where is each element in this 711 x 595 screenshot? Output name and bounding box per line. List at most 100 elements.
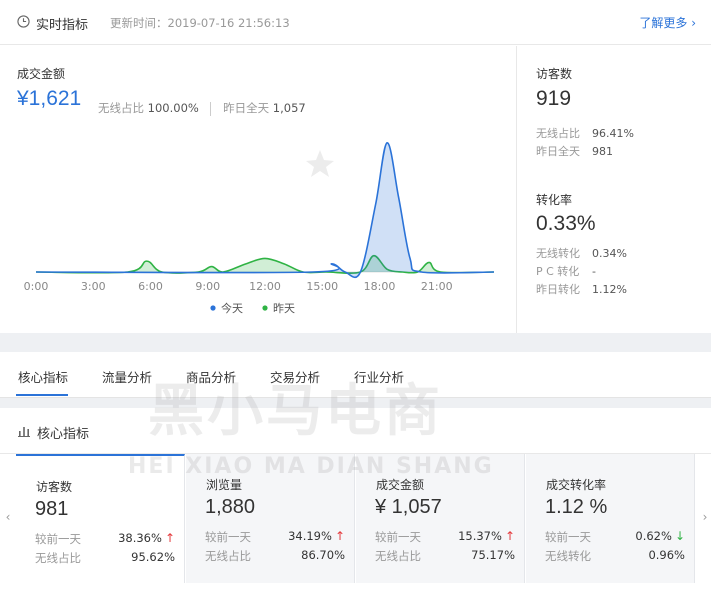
x-tick-label: 21:00 bbox=[421, 280, 453, 293]
card-wireless: 无线占比 75.17% bbox=[375, 548, 515, 564]
conversion-yesterday: 昨日转化 1.12% bbox=[536, 281, 706, 297]
tab-transaction-analysis[interactable]: 交易分析 bbox=[270, 367, 320, 386]
arrow-down-icon: ↓ bbox=[674, 529, 685, 543]
wireless-label: 无线占比 bbox=[375, 549, 421, 563]
conversion-wireless-label: 无线转化 bbox=[536, 247, 580, 260]
card-label: 成交金额 bbox=[376, 478, 425, 492]
realtime-header: 实时指标 更新时间：2019-07-16 21:56:13 了解更多 › bbox=[0, 0, 711, 45]
metric-card-gmv[interactable]: 成交金额 ¥ 1,057 较前一天 15.37% ↑ 无线占比 75.17% bbox=[356, 454, 525, 583]
card-compare: 较前一天 0.62% ↓ bbox=[545, 529, 685, 545]
compare-value: 34.19% ↑ bbox=[288, 529, 345, 543]
compare-percent: 15.37% bbox=[458, 529, 502, 543]
card-compare: 较前一天 34.19% ↑ bbox=[205, 529, 345, 545]
visitors-label: 访客数 bbox=[536, 67, 573, 81]
visitors-value: 919 bbox=[536, 87, 572, 110]
realtime-chart: 0:00 3:00 6:00 9:00 12:00 15:00 18:00 21:00 今天 昨天 bbox=[24, 141, 495, 315]
gmv-value: ¥1,621 bbox=[17, 87, 82, 110]
wireless-label: 无线转化 bbox=[545, 549, 591, 563]
gmv-yesterday-value: 1,057 bbox=[272, 101, 306, 115]
visitors-wireless-value: 96.41% bbox=[592, 127, 634, 140]
gmv-label: 成交金额 bbox=[17, 67, 66, 81]
arrow-up-icon: ↑ bbox=[504, 529, 515, 543]
core-header: 核心指标 bbox=[0, 408, 711, 454]
learn-more-link[interactable]: 了解更多 › bbox=[639, 14, 696, 31]
wireless-label: 无线占比 bbox=[205, 549, 251, 563]
realtime-side-stats: 访客数 919 无线占比 96.41% 昨日全天 981 转化率 0.33% 无线转… bbox=[516, 46, 711, 333]
metric-card-conversion[interactable]: 成交转化率 1.12 % 较前一天 0.62% ↓ 无线转化 0.96% bbox=[526, 454, 695, 583]
realtime-title: 实时指标 bbox=[36, 18, 89, 33]
wireless-value: 95.62% bbox=[131, 550, 175, 564]
legend-label[interactable]: 今天 bbox=[221, 301, 243, 315]
visitors-yesterday-label: 昨日全天 bbox=[536, 145, 580, 158]
card-wireless: 无线占比 86.70% bbox=[205, 548, 345, 564]
arrow-up-icon: ↑ bbox=[334, 529, 345, 543]
compare-label: 较前一天 bbox=[205, 530, 251, 544]
compare-value: 0.62% ↓ bbox=[635, 529, 685, 543]
x-tick-label: 3:00 bbox=[81, 280, 106, 293]
tab-industry-analysis[interactable]: 行业分析 bbox=[354, 367, 404, 386]
tab-product-analysis[interactable]: 商品分析 bbox=[186, 367, 236, 386]
analysis-tabs: 核心指标 流量分析 商品分析 交易分析 行业分析 bbox=[0, 352, 711, 398]
compare-percent: 38.36% bbox=[118, 531, 162, 545]
wireless-value: 86.70% bbox=[301, 548, 345, 562]
gmv-section: 成交金额 ¥1,621 无线占比 100.00% 昨日全天 1,057 0:00… bbox=[0, 46, 516, 333]
wireless-value: 75.17% bbox=[471, 548, 515, 562]
next-arrow-icon[interactable]: › bbox=[698, 510, 711, 530]
legend-dot bbox=[262, 305, 268, 311]
update-time: 更新时间：2019-07-16 21:56:13 bbox=[110, 16, 290, 30]
x-tick-label: 9:00 bbox=[195, 280, 220, 293]
compare-label: 较前一天 bbox=[375, 530, 421, 544]
card-value: 1,880 bbox=[205, 496, 256, 518]
compare-label: 较前一天 bbox=[545, 530, 591, 544]
prev-arrow-icon[interactable]: ‹ bbox=[1, 510, 15, 530]
series-line-0 bbox=[35, 141, 495, 279]
core-metrics-panel: 核心指标 ‹ › 访客数 981 较前一天 38.36% ↑ 无线占比 95.62… bbox=[0, 408, 711, 595]
metric-card-visitors[interactable]: 访客数 981 较前一天 38.36% ↑ 无线占比 95.62% bbox=[16, 454, 185, 583]
conversion-label: 转化率 bbox=[536, 193, 573, 207]
card-value: 981 bbox=[35, 498, 69, 520]
card-wireless: 无线转化 0.96% bbox=[545, 548, 685, 564]
card-compare: 较前一天 15.37% ↑ bbox=[375, 529, 515, 545]
core-title: 核心指标 bbox=[37, 427, 90, 442]
compare-percent: 0.62% bbox=[635, 529, 672, 543]
card-label: 浏览量 bbox=[206, 478, 243, 492]
conversion-pc-value: - bbox=[592, 265, 596, 278]
visitors-yesterday: 昨日全天 981 bbox=[536, 143, 706, 159]
visitors-wireless-label: 无线占比 bbox=[536, 127, 580, 140]
visitors-yesterday-value: 981 bbox=[592, 145, 613, 158]
conversion-yesterday-label: 昨日转化 bbox=[536, 283, 580, 296]
arrow-up-icon: ↑ bbox=[164, 531, 175, 545]
gmv-wireless-label: 无线占比 bbox=[98, 101, 144, 115]
legend-label[interactable]: 昨天 bbox=[273, 302, 295, 315]
card-compare: 较前一天 38.36% ↑ bbox=[35, 531, 175, 547]
card-label: 成交转化率 bbox=[546, 478, 607, 492]
x-tick-label: 6:00 bbox=[138, 280, 163, 293]
tab-traffic-analysis[interactable]: 流量分析 bbox=[102, 367, 152, 386]
compare-value: 15.37% ↑ bbox=[458, 529, 515, 543]
conversion-wireless: 无线转化 0.34% bbox=[536, 245, 706, 261]
compare-value: 38.36% ↑ bbox=[118, 531, 175, 545]
compare-label: 较前一天 bbox=[35, 532, 81, 546]
x-tick-label: 18:00 bbox=[364, 280, 396, 293]
compare-percent: 34.19% bbox=[288, 529, 332, 543]
active-tab-indicator bbox=[16, 394, 68, 396]
legend-dot bbox=[210, 305, 216, 311]
metric-cards: 访客数 981 较前一天 38.36% ↑ 无线占比 95.62% 浏览量 1,8… bbox=[16, 454, 695, 583]
series-area-0 bbox=[36, 142, 494, 278]
conversion-pc-label: P C 转化 bbox=[536, 265, 580, 278]
x-tick-label: 12:00 bbox=[249, 280, 281, 293]
conversion-pc: P C 转化 - bbox=[536, 263, 706, 279]
bar-chart-icon bbox=[18, 427, 30, 437]
conversion-yesterday-value: 1.12% bbox=[592, 283, 627, 296]
wireless-value: 0.96% bbox=[648, 548, 685, 562]
divider bbox=[210, 101, 212, 116]
realtime-panel: 实时指标 更新时间：2019-07-16 21:56:13 了解更多 › 成交金… bbox=[0, 0, 711, 333]
clock-icon bbox=[17, 15, 30, 28]
conversion-wireless-value: 0.34% bbox=[592, 247, 627, 260]
visitors-wireless: 无线占比 96.41% bbox=[536, 125, 706, 141]
metric-card-pageviews[interactable]: 浏览量 1,880 较前一天 34.19% ↑ 无线占比 86.70% bbox=[186, 454, 355, 583]
x-tick-label: 15:00 bbox=[306, 280, 338, 293]
conversion-value: 0.33% bbox=[536, 212, 596, 235]
x-tick-label: 0:00 bbox=[24, 280, 49, 293]
tab-core-metrics[interactable]: 核心指标 bbox=[18, 367, 68, 386]
